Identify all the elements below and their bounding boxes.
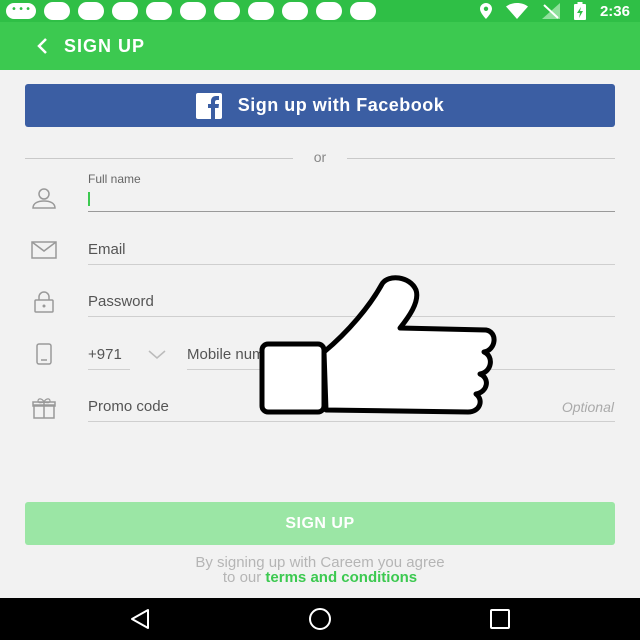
page-title: SIGN UP [64,35,146,56]
thumbs-up-icon [259,275,497,415]
battery-icon [573,2,586,20]
lock-icon [34,291,54,313]
clock: 2:36 [599,2,630,20]
home-nav-icon [309,608,331,630]
chevron-left-icon [37,38,47,54]
promo-optional-hint: Optional [561,399,614,415]
facebook-signup-button[interactable]: Sign up with Facebook [25,84,615,127]
music-notification-icon [248,2,274,20]
music-notification-icon [146,2,172,20]
email-underline [88,264,615,265]
no-signal-icon [541,3,560,19]
music-notification-icon [112,2,138,20]
promo-underline [88,421,615,422]
back-button[interactable] [30,34,54,58]
email-input[interactable]: Email [88,241,126,258]
country-code-underline [88,369,130,370]
back-nav-icon [131,609,149,629]
divider-left [25,158,293,159]
terms-link[interactable]: terms and conditions [265,569,417,586]
back-nav-button[interactable] [126,606,154,632]
recents-nav-icon [490,609,510,629]
recents-nav-button[interactable] [486,606,514,632]
chevron-down-icon[interactable] [148,350,166,360]
envelope-icon [31,241,57,259]
home-nav-button[interactable] [306,606,334,632]
agreement-prefix: to our [222,569,262,586]
full-name-input[interactable] [88,188,615,210]
music-notification-icon [44,2,70,20]
music-notification-icon [180,2,206,20]
signup-button[interactable]: SIGN UP [25,502,615,545]
music-notification-icon [78,2,104,20]
person-icon [32,188,56,209]
navigation-bar [0,598,640,640]
notification-icons [6,2,376,20]
divider-or: or [313,149,327,165]
text-cursor [88,192,90,206]
music-notification-icon [282,2,308,20]
wifi-icon [505,3,528,19]
music-notification-icon [214,2,240,20]
music-notification-icon [350,2,376,20]
country-code-select[interactable]: +971 [88,346,122,363]
facebook-signup-label: Sign up with Facebook [237,95,445,115]
password-input[interactable]: Password [88,293,154,310]
phone-icon [36,343,52,365]
system-status: 2:36 [479,2,630,20]
full-name-label: Full name [88,172,141,186]
music-notification-icon [316,2,342,20]
full-name-underline [88,211,615,212]
gift-icon [32,398,56,419]
promo-code-input[interactable]: Promo code [88,398,169,415]
agreement-terms-line: to our terms and conditions [0,569,640,586]
location-icon [479,3,492,19]
app-header: SIGN UP [0,22,640,70]
status-bar: 2:36 [0,0,640,22]
message-notification-icon [6,3,36,19]
facebook-icon [195,92,222,119]
divider-right [347,158,615,159]
